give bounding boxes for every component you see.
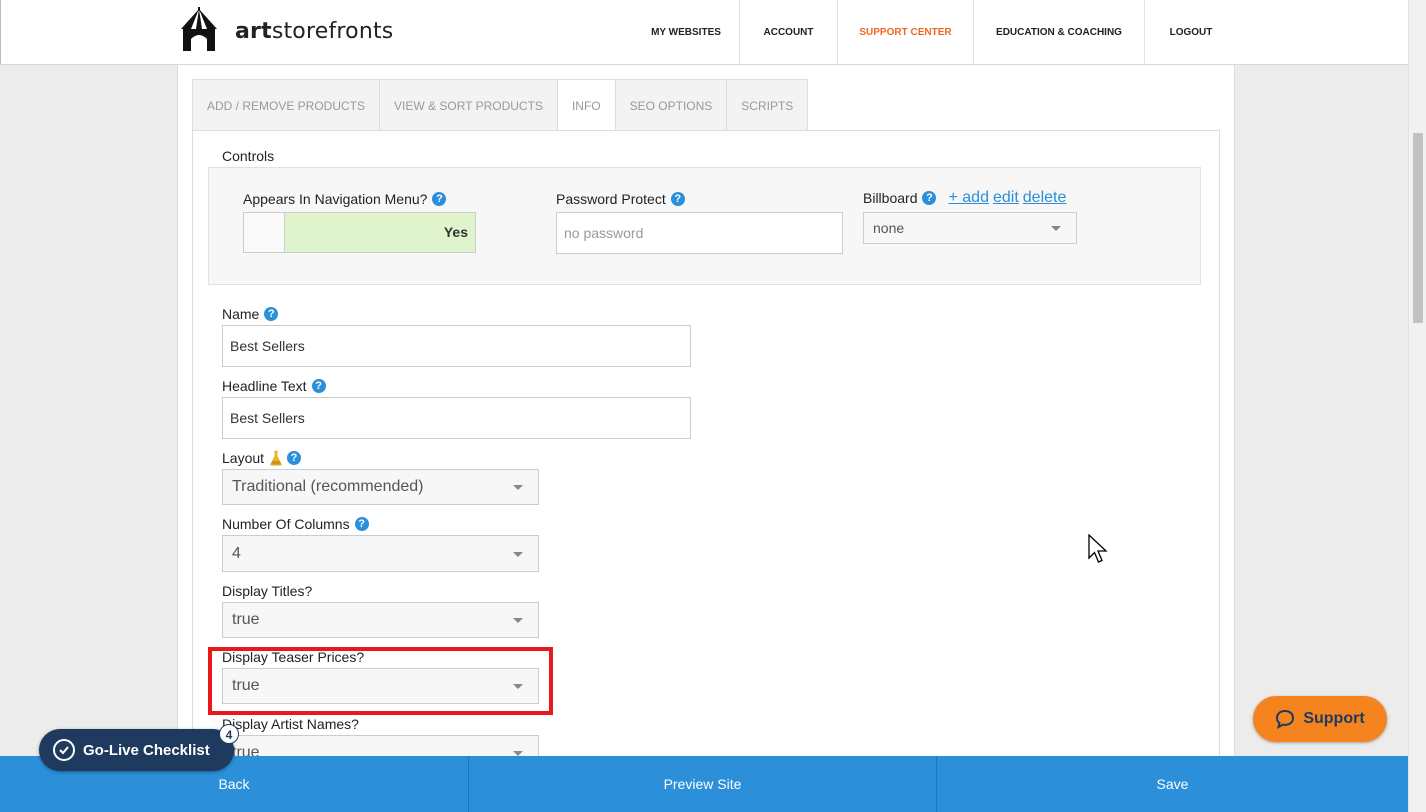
password-label-text: Password Protect [556, 191, 666, 207]
nav-menu-toggle[interactable]: Yes [243, 212, 476, 253]
password-input[interactable]: no password [556, 212, 843, 254]
nav-menu-label: Appears In Navigation Menu? ? [243, 191, 447, 207]
tab-view-sort-products[interactable]: VIEW & SORT PRODUCTS [379, 79, 557, 133]
help-icon[interactable]: ? [287, 451, 302, 465]
layout-select[interactable]: Traditional (recommended) [222, 469, 539, 505]
layout-label: Layout ? [222, 450, 302, 466]
logo[interactable]: artstorefronts [175, 7, 393, 55]
columns-label: Number Of Columns ? [222, 516, 369, 532]
name-input[interactable]: Best Sellers [222, 325, 691, 367]
titles-select-value: true [232, 611, 260, 628]
controls-title: Controls [222, 148, 275, 164]
help-icon[interactable]: ? [354, 517, 369, 531]
tab-bar: ADD / REMOVE PRODUCTS VIEW & SORT PRODUC… [192, 79, 809, 133]
billboard-delete-link[interactable]: delete [1023, 189, 1067, 206]
nav-account[interactable]: ACCOUNT [740, 0, 838, 64]
highlight-box [208, 647, 553, 715]
checklist-count-badge: 4 [219, 724, 239, 744]
headline-input[interactable]: Best Sellers [222, 397, 691, 439]
nav-logout[interactable]: LOGOUT [1145, 0, 1237, 64]
logo-text: artstorefronts [235, 18, 394, 44]
support-chat-button[interactable]: Support [1253, 696, 1387, 742]
titles-label: Display Titles? [222, 583, 313, 599]
help-icon[interactable]: ? [670, 192, 685, 206]
billboard-label: Billboard ? + add edit delete [863, 189, 1070, 207]
billboard-select-value: none [873, 220, 905, 236]
mouse-cursor-icon [1088, 534, 1108, 563]
help-icon[interactable]: ? [264, 307, 279, 321]
billboard-edit-link[interactable]: edit [993, 189, 1019, 206]
chevron-down-icon [513, 618, 523, 623]
chevron-down-icon [1051, 226, 1061, 231]
page-scrollbar[interactable] [1408, 0, 1426, 812]
chevron-down-icon [513, 485, 523, 490]
layout-select-value: Traditional (recommended) [232, 478, 424, 495]
name-label-text: Name [222, 306, 260, 322]
artist-label: Display Artist Names? [222, 716, 359, 732]
help-icon[interactable]: ? [922, 191, 937, 205]
columns-select[interactable]: 4 [222, 535, 539, 572]
help-icon[interactable]: ? [432, 192, 447, 206]
layout-label-text: Layout [222, 450, 265, 466]
tab-info[interactable]: INFO [556, 79, 615, 133]
titles-select[interactable]: true [222, 602, 539, 638]
columns-label-text: Number Of Columns [222, 516, 350, 532]
password-label: Password Protect ? [556, 191, 685, 207]
chat-bubble-icon [1276, 709, 1295, 729]
checklist-label: Go-Live Checklist [83, 741, 210, 759]
check-circle-icon [53, 739, 75, 761]
toggle-value: Yes [443, 224, 468, 240]
billboard-links: + add edit delete [948, 189, 1070, 207]
save-button[interactable]: Save [937, 756, 1408, 812]
tab-scripts[interactable]: SCRIPTS [726, 79, 809, 133]
help-icon[interactable]: ? [311, 379, 326, 393]
headline-label: Headline Text ? [222, 378, 326, 394]
nav-my-websites[interactable]: MY WEBSITES [633, 0, 740, 64]
go-live-checklist-button[interactable]: Go-Live Checklist [39, 729, 234, 771]
billboard-label-text: Billboard [863, 190, 918, 206]
support-label: Support [1303, 710, 1365, 727]
scrollbar-thumb[interactable] [1413, 133, 1423, 323]
columns-select-value: 4 [232, 544, 241, 562]
nav-menu-label-text: Appears In Navigation Menu? [243, 191, 428, 207]
chevron-down-icon [513, 551, 523, 557]
tab-seo-options[interactable]: SEO OPTIONS [614, 79, 727, 133]
nav-support-center[interactable]: SUPPORT CENTER [838, 0, 974, 64]
main-nav: MY WEBSITES ACCOUNT SUPPORT CENTER EDUCA… [633, 0, 1237, 64]
billboard-select[interactable]: none [863, 212, 1077, 244]
tab-add-remove-products[interactable]: ADD / REMOVE PRODUCTS [192, 79, 380, 133]
toggle-knob[interactable] [244, 213, 285, 252]
flask-icon [270, 451, 282, 466]
circus-tent-logo-icon [181, 7, 217, 51]
headline-label-text: Headline Text [222, 378, 307, 394]
billboard-add-link[interactable]: + add [948, 189, 988, 206]
nav-education-coaching[interactable]: EDUCATION & COACHING [974, 0, 1145, 64]
preview-site-button[interactable]: Preview Site [469, 756, 937, 812]
name-label: Name ? [222, 306, 279, 322]
top-header: artstorefronts MY WEBSITES ACCOUNT SUPPO… [0, 0, 1408, 65]
